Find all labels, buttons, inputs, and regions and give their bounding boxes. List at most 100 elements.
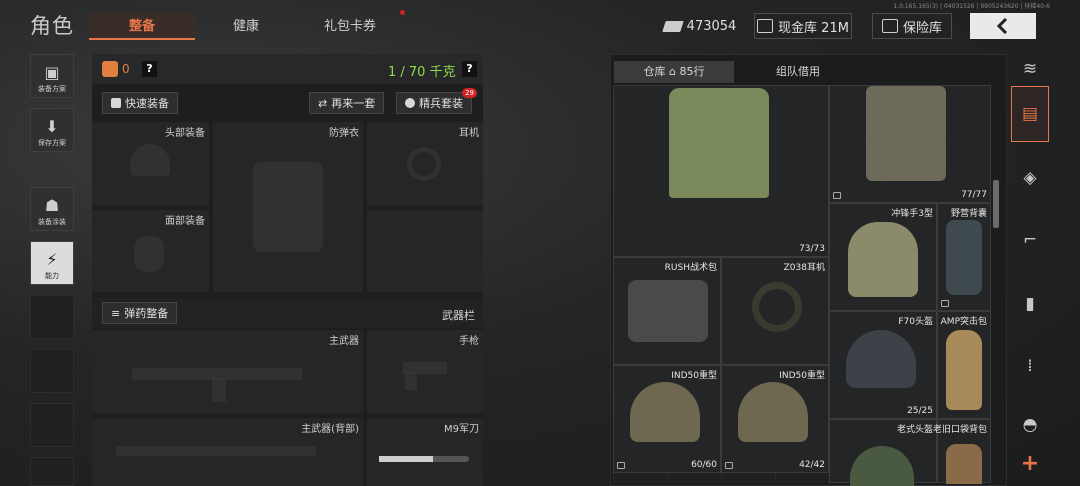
- category-rifle[interactable]: ⌐: [1011, 212, 1049, 268]
- tab-gift-cards[interactable]: 礼包卡券: [297, 10, 405, 40]
- item-name: Z038耳机: [783, 263, 825, 273]
- warehouse-panel: 仓库 ⌂ 85行 组队借用 73/73 77/77 冲锋手3型 野营背囊 RUS…: [610, 54, 1007, 486]
- back-weapon-slot[interactable]: 主武器(背部): [92, 418, 363, 486]
- back-button[interactable]: [970, 13, 1036, 39]
- category-armor[interactable]: ▤: [1011, 86, 1049, 142]
- inventory-item[interactable]: Z038耳机: [721, 257, 829, 365]
- bag-image-icon: [946, 444, 982, 484]
- notification-dot: [400, 10, 405, 15]
- rifle-silhouette-icon: [116, 446, 316, 456]
- repeat-loadout-button[interactable]: ⇄ 再来一套: [309, 92, 385, 114]
- mask-silhouette-icon: [134, 236, 164, 272]
- rail-loadout-plan[interactable]: ▣ 装备方案: [30, 54, 74, 98]
- vest-image-icon: [669, 88, 769, 198]
- vest-plan-icon: ▣: [44, 63, 60, 82]
- headset-slot[interactable]: 耳机: [367, 122, 483, 206]
- cash-storage-label: 现金库 21M: [778, 20, 849, 36]
- tab-storage-label: 仓库: [643, 65, 666, 78]
- category-all[interactable]: ≋: [1011, 54, 1049, 84]
- inventory-item[interactable]: 冲锋手3型: [829, 203, 937, 311]
- tab-health[interactable]: 健康: [193, 13, 299, 40]
- rail-paint[interactable]: ☗ 装备涂装: [30, 187, 74, 231]
- shirt-icon: [111, 98, 121, 108]
- primary-weapon-slot[interactable]: 主武器: [92, 330, 363, 414]
- ammo-icon: ≡: [111, 306, 121, 320]
- paint-icon: ☗: [44, 196, 60, 215]
- tab-label: 健康: [232, 19, 259, 34]
- item-count: 60/60: [691, 460, 717, 470]
- chevron-left-icon: [996, 18, 1008, 34]
- item-name: IND50重型: [779, 371, 825, 381]
- warehouse-scrollbar[interactable]: [993, 180, 999, 228]
- armor-slot[interactable]: 防弹衣: [213, 122, 363, 292]
- refresh-icon: ⇄: [318, 96, 328, 110]
- helmet-image-icon: [630, 382, 700, 442]
- tab-team-borrow[interactable]: 组队借用: [738, 61, 858, 83]
- inventory-item[interactable]: AMP突击包: [937, 311, 991, 419]
- bag-icon: ◈: [1023, 168, 1037, 188]
- inventory-item[interactable]: 73/73: [613, 85, 829, 257]
- vest-image-icon: [866, 86, 946, 181]
- currency-value: 473054: [686, 18, 737, 34]
- category-magazine[interactable]: ▮: [1011, 276, 1049, 332]
- face-slot[interactable]: 面部装备: [92, 210, 209, 292]
- empty-slot[interactable]: [367, 210, 483, 292]
- item-name: 老旧口袋背包: [932, 425, 987, 435]
- helmet-image-icon: [846, 330, 916, 388]
- safe-icon: [881, 19, 898, 33]
- rifle-icon: ⌐: [1022, 230, 1038, 250]
- rail-empty-slot: [30, 295, 74, 339]
- backpack-image-icon: [848, 222, 918, 297]
- elite-label: 精兵套装: [419, 97, 463, 110]
- backpack-image-icon: [946, 220, 982, 295]
- currency-display: 473054: [660, 13, 740, 39]
- rail-ability[interactable]: ⚡ 能力: [30, 241, 74, 285]
- tab-rows-label: 85行: [679, 65, 705, 78]
- rail-save-plan[interactable]: ⬇ 保存方案: [30, 108, 74, 152]
- helmet-icon: ◓: [1022, 415, 1038, 435]
- banknote-icon: [661, 20, 684, 32]
- safe-button[interactable]: 保险库: [872, 13, 952, 39]
- backpack-icon: [102, 61, 118, 77]
- inventory-item[interactable]: RUSH战术包: [613, 257, 721, 365]
- inventory-item[interactable]: IND50重型 42/42: [721, 365, 829, 473]
- category-ammo[interactable]: ⁞: [1011, 338, 1049, 394]
- inventory-item[interactable]: IND50重型 60/60: [613, 365, 721, 473]
- tab-storage[interactable]: 仓库 ⌂ 85行: [614, 61, 734, 83]
- bag-image-icon: [946, 330, 982, 410]
- rail-empty-slot: [30, 457, 74, 486]
- repeat-label: 再来一套: [331, 97, 376, 110]
- weapon-section-bar: ≡ 弹药整备 武器栏: [92, 298, 483, 328]
- loadout-panel: 0 ? 1 / 70 千克 ? 快速装备 ⇄ 再来一套 精兵套装 29 头部装备…: [92, 54, 483, 486]
- item-name: AMP突击包: [940, 317, 987, 327]
- category-bag[interactable]: ◈: [1011, 150, 1049, 206]
- elite-set-button[interactable]: 精兵套装 29: [396, 88, 477, 114]
- rail-label: 装备方案: [38, 85, 66, 93]
- marker-icon: [833, 192, 841, 199]
- quick-equip-button[interactable]: 快速装备: [102, 92, 178, 114]
- rail-label: 装备涂装: [38, 218, 66, 226]
- knife-icon: [379, 456, 469, 462]
- bag-count: 0: [122, 62, 130, 76]
- head-slot[interactable]: 头部装备: [92, 122, 209, 206]
- inventory-item[interactable]: 野营背囊: [937, 203, 991, 311]
- inventory-item[interactable]: F70头盔 25/25: [829, 311, 937, 419]
- tab-loadout[interactable]: 整备: [89, 13, 195, 40]
- item-count: 42/42: [799, 460, 825, 470]
- version-text: 1.0.165.165(3) | 04031526 | 9905243620 |…: [893, 3, 1050, 10]
- inventory-item[interactable]: 77/77: [829, 85, 991, 203]
- slot-label: 主武器(背部): [301, 424, 359, 435]
- knife-slot[interactable]: M9军刀: [367, 418, 483, 486]
- vest-silhouette-icon: [253, 162, 323, 252]
- help-button[interactable]: ?: [142, 61, 157, 77]
- weight-help-button[interactable]: ?: [462, 61, 477, 77]
- helmet-image-icon: [738, 382, 808, 442]
- ammo-prep-button[interactable]: ≡ 弹药整备: [102, 302, 178, 324]
- category-helmet[interactable]: ◓: [1011, 400, 1049, 450]
- pistol-slot[interactable]: 手枪: [367, 330, 483, 414]
- cash-storage-button[interactable]: 现金库 21M: [754, 13, 852, 39]
- category-add[interactable]: +: [1011, 448, 1049, 478]
- inventory-item[interactable]: 老旧口袋背包: [933, 419, 991, 484]
- rail-label: 保存方案: [38, 139, 66, 147]
- inventory-item[interactable]: 老式头盔: [829, 419, 937, 486]
